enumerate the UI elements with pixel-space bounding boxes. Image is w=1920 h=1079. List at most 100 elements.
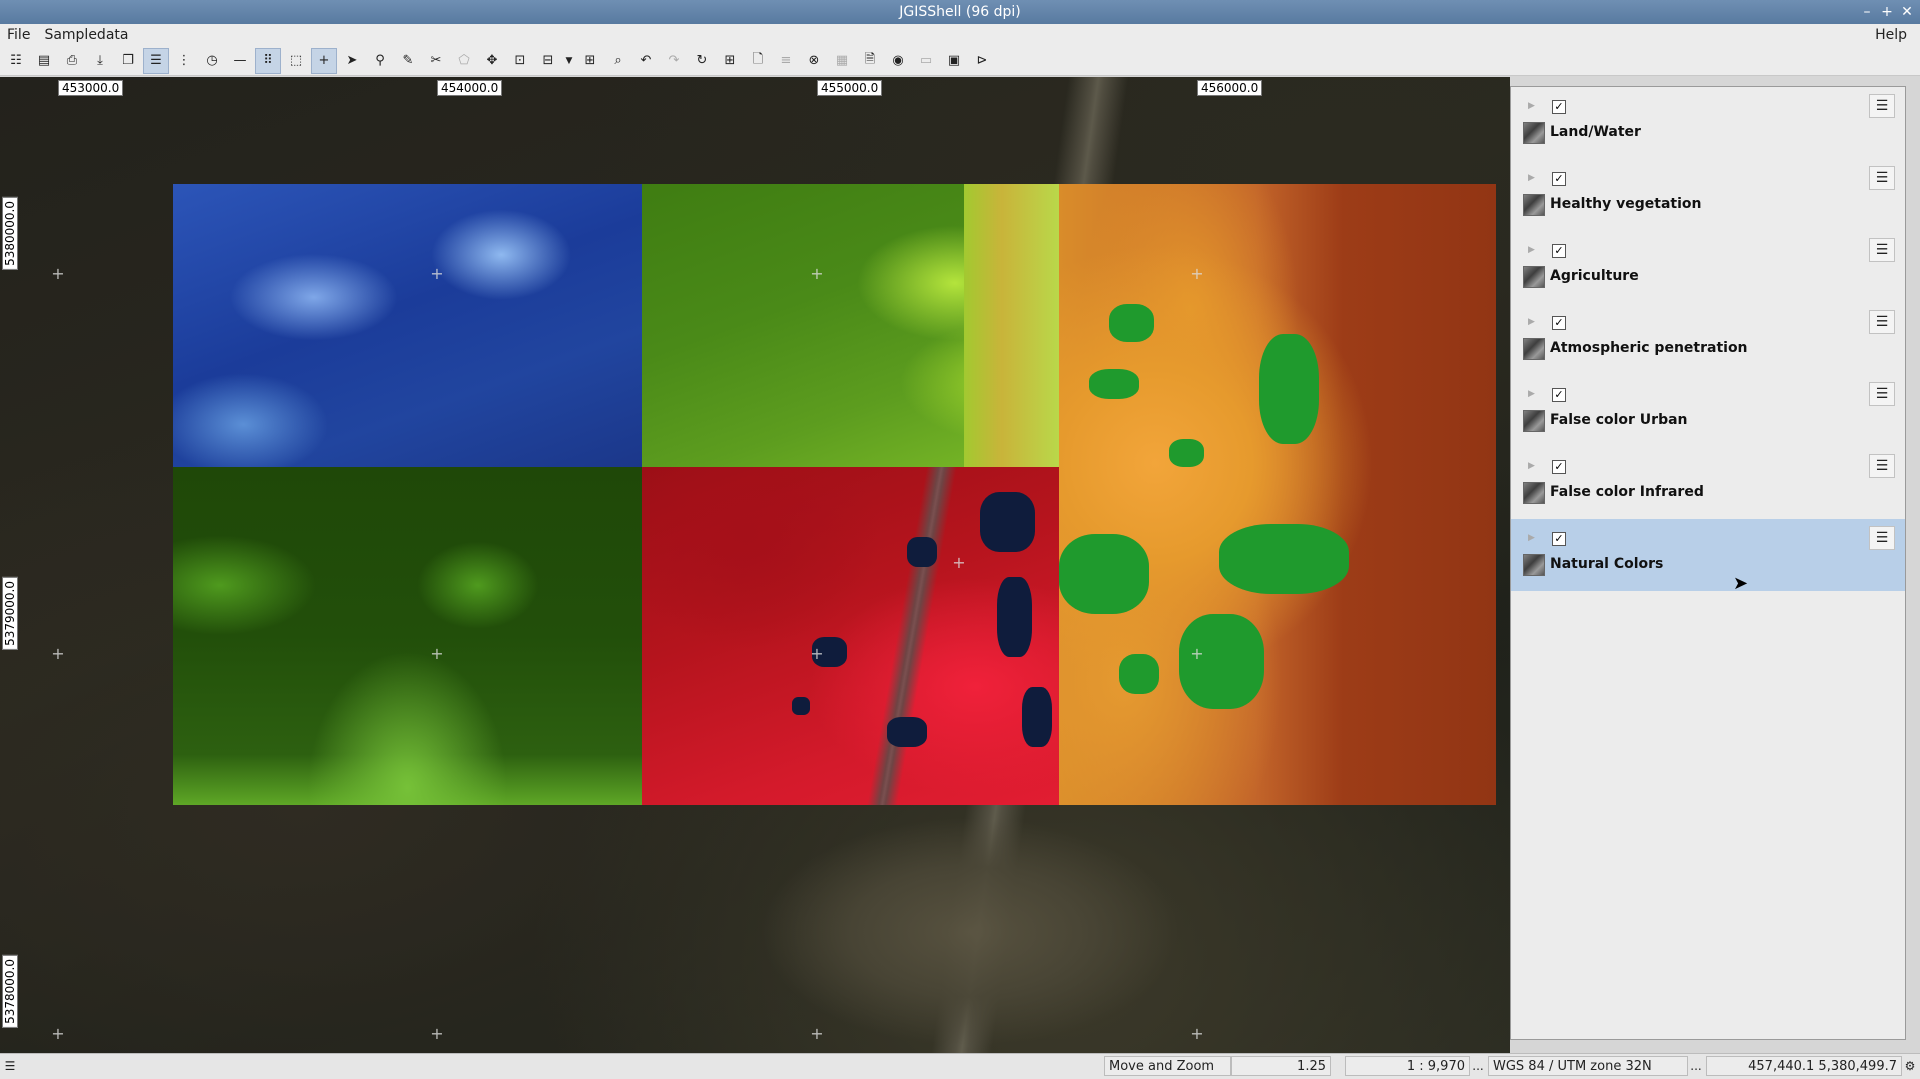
- refresh-icon[interactable]: ↻: [689, 48, 715, 74]
- expander-icon[interactable]: ▶: [1528, 461, 1535, 471]
- layer-item[interactable]: ▶ ✓ ☰ False color Infrared: [1511, 447, 1905, 519]
- cut-icon[interactable]: ✂: [423, 48, 449, 74]
- x-axis-label: 455000.0: [817, 80, 883, 96]
- magnifier-icon[interactable]: ⌕: [605, 48, 631, 74]
- tile-healthy-vegetation: [642, 184, 1059, 467]
- layer-item[interactable]: ▶ ✓ ☰ Land/Water: [1511, 87, 1905, 159]
- layer-menu-button[interactable]: ☰: [1869, 310, 1895, 334]
- x-axis-label: 454000.0: [437, 80, 503, 96]
- open-icon[interactable]: ⎙: [59, 48, 85, 74]
- document-icon[interactable]: 🗋: [745, 48, 771, 74]
- select-icon[interactable]: ➤: [339, 48, 365, 74]
- report-icon[interactable]: ▣: [941, 48, 967, 74]
- window-titlebar: JGISShell (96 dpi) – + ✕: [0, 0, 1920, 24]
- crs-more-button[interactable]: ...: [1688, 1058, 1704, 1076]
- add-icon[interactable]: +: [311, 47, 337, 74]
- status-zoom: 1.25: [1231, 1056, 1331, 1076]
- scale-more-button[interactable]: ...: [1470, 1058, 1486, 1076]
- toolbar: ☷ ▤ ⎙ ⤓ ❐ ☰ ⋮ ◷ — ⠿ ⬚ + ➤ ⚲ ✎ ✂ ⬠ ✥ ⊡ ⊟ …: [0, 46, 1920, 76]
- layer-visibility-checkbox[interactable]: ✓: [1552, 172, 1566, 186]
- measure-icon[interactable]: ⬠: [451, 48, 477, 74]
- layer-menu-button[interactable]: ☰: [1869, 238, 1895, 262]
- expander-icon[interactable]: ▶: [1528, 317, 1535, 327]
- layer-thumbnail-icon: [1523, 482, 1545, 504]
- layer-visibility-checkbox[interactable]: ✓: [1552, 460, 1566, 474]
- layer-item[interactable]: ▶ ✓ ☰ Agriculture: [1511, 231, 1905, 303]
- grid2-icon[interactable]: ▦: [829, 48, 855, 74]
- fit-icon[interactable]: ⊞: [577, 48, 603, 74]
- stack-icon[interactable]: ≡: [773, 48, 799, 74]
- layer-menu-button[interactable]: ☰: [1869, 526, 1895, 550]
- window-icon[interactable]: ❐: [115, 48, 141, 74]
- layer-menu-button[interactable]: ☰: [1869, 94, 1895, 118]
- expander-icon[interactable]: ▶: [1528, 173, 1535, 183]
- layer-item-selected[interactable]: ▶ ✓ ☰ Natural Colors: [1511, 519, 1905, 591]
- frame-icon[interactable]: ▭: [913, 48, 939, 74]
- menu-bar: File Sampledata Help: [0, 24, 1920, 46]
- dropdown-icon[interactable]: ▼: [563, 48, 575, 74]
- layer-menu-button[interactable]: ☰: [1869, 166, 1895, 190]
- layer-name: False color Infrared: [1550, 484, 1704, 500]
- layer-visibility-checkbox[interactable]: ✓: [1552, 532, 1566, 546]
- status-bar: ☰ Move and Zoom 1.25 1 : 9,970 ... WGS 8…: [0, 1053, 1920, 1079]
- minus-icon[interactable]: —: [227, 48, 253, 74]
- status-scale[interactable]: 1 : 9,970: [1345, 1056, 1470, 1076]
- mouse-cursor-icon: ➤: [1733, 573, 1749, 594]
- expander-icon[interactable]: ▶: [1528, 533, 1535, 543]
- layer-name: Agriculture: [1550, 268, 1639, 284]
- edit-icon[interactable]: ✎: [395, 48, 421, 74]
- status-crs[interactable]: WGS 84 / UTM zone 32N: [1488, 1056, 1688, 1076]
- y-axis-label: 5378000.0: [2, 955, 18, 1028]
- expander-icon[interactable]: ▶: [1528, 101, 1535, 111]
- tile-atmospheric-penetration: [173, 467, 642, 805]
- history-icon[interactable]: ◷: [199, 48, 225, 74]
- tile-false-color-infrared: [642, 467, 1059, 805]
- nodes-icon[interactable]: ⬚: [283, 48, 309, 74]
- pan-icon[interactable]: ↶: [633, 48, 659, 74]
- expander-icon[interactable]: ▶: [1528, 389, 1535, 399]
- zoom-box-icon[interactable]: ⊡: [507, 48, 533, 74]
- console-icon[interactable]: ⊳: [969, 48, 995, 74]
- layer-visibility-checkbox[interactable]: ✓: [1552, 316, 1566, 330]
- layer-name: Atmospheric penetration: [1550, 340, 1748, 356]
- layer-menu-button[interactable]: ☰: [1869, 454, 1895, 478]
- layer-visibility-checkbox[interactable]: ✓: [1552, 244, 1566, 258]
- layer-thumbnail-icon: [1523, 554, 1545, 576]
- status-config-icon[interactable]: ⚙: [1902, 1058, 1918, 1076]
- map-canvas[interactable]: + + + + + + + + + + + + + 453000.0 45400…: [0, 77, 1510, 1053]
- layers-icon[interactable]: ☷: [3, 48, 29, 74]
- grid-marker: +: [1190, 644, 1204, 663]
- village-background: [760, 817, 1180, 1047]
- zoom-minus-icon[interactable]: ⊟: [535, 48, 561, 74]
- menu-sampledata[interactable]: Sampledata: [37, 27, 135, 43]
- more-icon[interactable]: ⋮: [171, 48, 197, 74]
- grid-marker: +: [810, 644, 824, 663]
- grid-marker: +: [51, 1024, 65, 1043]
- menu-file[interactable]: File: [0, 27, 37, 43]
- layer-visibility-checkbox[interactable]: ✓: [1552, 388, 1566, 402]
- layer-menu-button[interactable]: ☰: [1869, 382, 1895, 406]
- list-icon[interactable]: ☰: [143, 47, 169, 74]
- grid-icon[interactable]: ⠿: [255, 47, 281, 74]
- save-icon[interactable]: ⤓: [87, 48, 113, 74]
- status-menu-icon[interactable]: ☰: [2, 1058, 18, 1076]
- layer-item[interactable]: ▶ ✓ ☰ False color Urban: [1511, 375, 1905, 447]
- layer-item[interactable]: ▶ ✓ ☰ Atmospheric penetration: [1511, 303, 1905, 375]
- pan-disabled-icon[interactable]: ↷: [661, 48, 687, 74]
- close-icon[interactable]: ✕: [1900, 0, 1914, 24]
- maximize-icon[interactable]: +: [1880, 0, 1894, 24]
- layer-visibility-checkbox[interactable]: ✓: [1552, 100, 1566, 114]
- layer-item[interactable]: ▶ ✓ ☰ Healthy vegetation: [1511, 159, 1905, 231]
- expander-icon[interactable]: ▶: [1528, 245, 1535, 255]
- minimize-icon[interactable]: –: [1860, 0, 1874, 24]
- record-icon[interactable]: ◉: [885, 48, 911, 74]
- target-icon[interactable]: ✥: [479, 48, 505, 74]
- table-icon[interactable]: ⊞: [717, 48, 743, 74]
- page-icon[interactable]: 🗎: [857, 48, 883, 74]
- menu-help[interactable]: Help: [1868, 27, 1914, 43]
- pin-icon[interactable]: ⚲: [367, 48, 393, 74]
- layer-name: Natural Colors: [1550, 556, 1664, 572]
- layer-table-icon[interactable]: ▤: [31, 48, 57, 74]
- stop-icon[interactable]: ⊗: [801, 48, 827, 74]
- layer-thumbnail-icon: [1523, 266, 1545, 288]
